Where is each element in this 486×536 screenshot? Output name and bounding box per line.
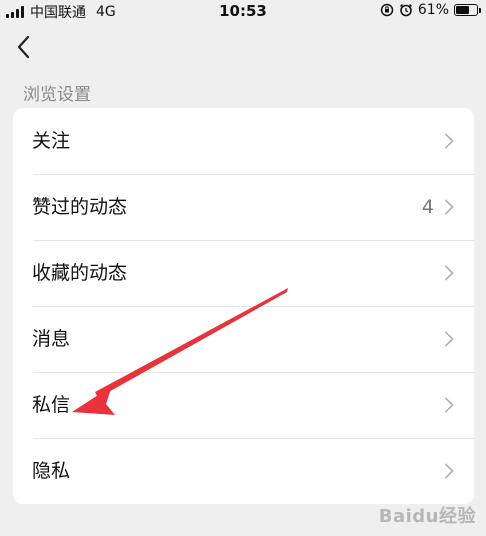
- chevron-right-icon: [445, 397, 454, 413]
- battery-percent: 61%: [417, 2, 449, 18]
- settings-row[interactable]: 收藏的动态: [13, 240, 474, 306]
- settings-row[interactable]: 私信: [13, 372, 474, 438]
- settings-row-label: 关注: [32, 130, 71, 152]
- back-button[interactable]: [14, 34, 36, 60]
- chevron-right-icon: [445, 463, 454, 479]
- lock-rotation-icon: [380, 3, 394, 17]
- settings-list: 关注赞过的动态 4 收藏的动态消息私信隐私: [13, 108, 474, 504]
- chevron-right-icon: [445, 265, 454, 281]
- settings-row[interactable]: 消息: [13, 306, 474, 372]
- settings-row-label: 赞过的动态: [32, 196, 128, 218]
- settings-row-label: 消息: [32, 328, 71, 350]
- alarm-icon: [399, 3, 412, 17]
- watermark: Baidu经验: [378, 506, 476, 527]
- settings-row[interactable]: 隐私: [13, 438, 474, 504]
- chevron-right-icon: [445, 133, 454, 149]
- status-bar: 中国联通 4G 10:53 61%: [0, 0, 486, 22]
- settings-row[interactable]: 赞过的动态 4: [13, 174, 474, 240]
- settings-row-label: 隐私: [32, 460, 71, 482]
- settings-row-label: 收藏的动态: [32, 262, 128, 284]
- chevron-right-icon: [445, 199, 454, 215]
- battery-icon: [454, 4, 481, 16]
- settings-row[interactable]: 关注: [13, 108, 474, 174]
- chevron-left-icon: [17, 35, 30, 59]
- settings-row-label: 私信: [32, 394, 71, 416]
- chevron-right-icon: [445, 331, 454, 347]
- section-title: 浏览设置: [23, 85, 91, 105]
- settings-row-count: 4: [421, 196, 434, 218]
